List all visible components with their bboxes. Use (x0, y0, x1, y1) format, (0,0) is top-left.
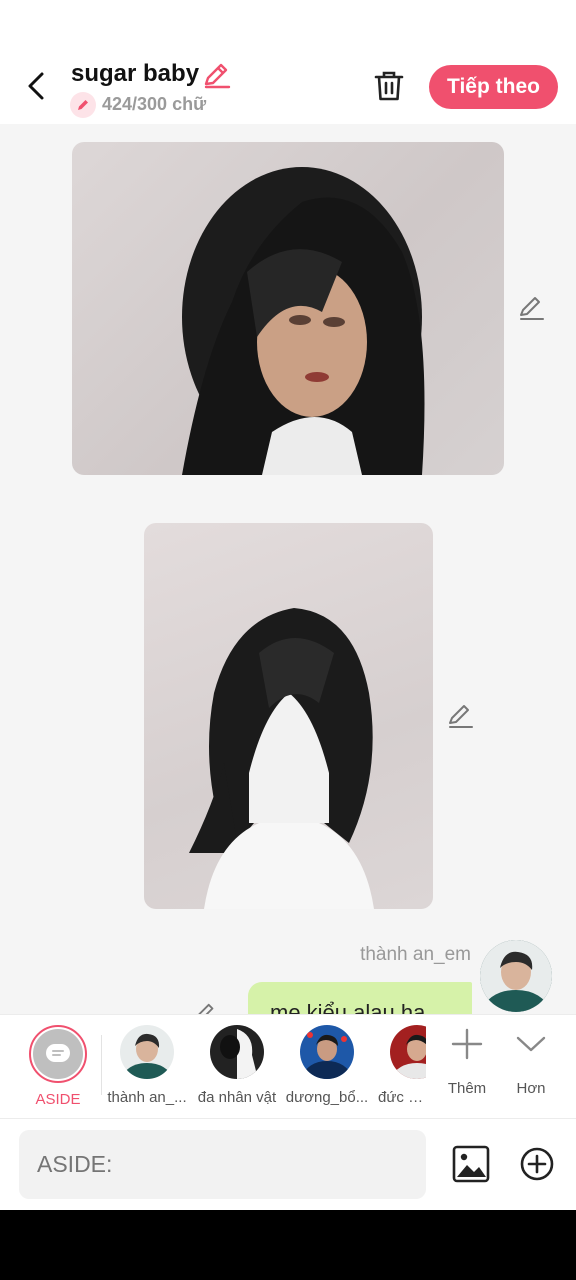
edit-image-button[interactable] (517, 295, 545, 323)
plus-icon (451, 1028, 483, 1060)
character-bar: ASIDE thành an_... đa nhân vật dương_bổ.… (0, 1014, 576, 1118)
back-arrow-icon (28, 72, 44, 100)
character-avatar (300, 1025, 354, 1079)
pencil-icon (78, 100, 88, 110)
message-author: thành an_em (360, 944, 471, 965)
next-button[interactable]: Tiếp theo (429, 65, 558, 109)
header: sugar baby 424/300 chữ Tiếp theo (0, 0, 576, 124)
pencil-icon (198, 1003, 214, 1014)
author-avatar[interactable] (480, 940, 552, 1012)
add-label: Thêm (447, 1080, 487, 1097)
edit-message-button[interactable] (192, 1002, 218, 1014)
silhouette-avatar-icon (210, 1025, 264, 1079)
character-avatar (210, 1025, 264, 1079)
mannequin-wig-photo (182, 167, 425, 475)
back-button[interactable] (20, 68, 52, 104)
character-duc[interactable]: đức d... (374, 1025, 426, 1106)
edit-title-button[interactable] (201, 62, 231, 90)
character-label: thành an_... (107, 1089, 187, 1106)
trash-icon (374, 71, 404, 101)
delete-button[interactable] (372, 68, 406, 104)
chevron-down-icon (516, 1036, 546, 1052)
word-count: 424/300 chữ (102, 94, 207, 114)
message-image[interactable] (144, 523, 433, 909)
pencil-icon (204, 63, 231, 89)
message-icon (46, 1044, 70, 1062)
system-nav-bar (0, 1210, 576, 1280)
pencil-icon (520, 297, 544, 320)
plus-circle-icon (520, 1147, 554, 1181)
word-count-icon (70, 92, 96, 118)
character-aside[interactable]: ASIDE (15, 1025, 101, 1108)
person-avatar-icon (480, 940, 552, 1012)
more-label: Hơn (516, 1080, 546, 1097)
character-avatar (390, 1025, 426, 1079)
character-avatar (120, 1025, 174, 1079)
pencil-icon (449, 705, 473, 728)
input-area (0, 1118, 576, 1210)
character-label: đa nhân vật (197, 1089, 277, 1106)
character-label: dương_bổ... (285, 1089, 369, 1106)
character-thanh-an[interactable]: thành an_... (104, 1025, 190, 1106)
message-bubble[interactable]: mẹ kiểu alau hạ (248, 982, 472, 1014)
character-duong-bo[interactable]: dương_bổ... (284, 1025, 370, 1106)
story-title: sugar baby (71, 60, 200, 87)
more-characters-button[interactable]: Hơn (496, 1027, 566, 1097)
character-label: đức d... (378, 1089, 426, 1106)
person-avatar-icon (390, 1025, 426, 1079)
add-character-button[interactable]: Thêm (432, 1027, 502, 1097)
person-avatar-icon (300, 1025, 354, 1079)
add-content-button[interactable] (516, 1143, 558, 1185)
wig-on-mannequin-photo (189, 608, 374, 909)
edit-image-button[interactable] (446, 703, 474, 731)
divider (101, 1035, 102, 1095)
message-image[interactable] (72, 142, 504, 475)
image-icon (452, 1145, 490, 1183)
message-input[interactable] (19, 1130, 426, 1199)
person-avatar-icon (120, 1025, 174, 1079)
aside-avatar (29, 1025, 87, 1083)
insert-image-button[interactable] (450, 1143, 492, 1185)
character-label: ASIDE (35, 1091, 81, 1108)
character-da-nhan-vat[interactable]: đa nhân vật (194, 1025, 280, 1106)
chat-content[interactable]: thành an_em mẹ kiểu alau hạ (0, 124, 576, 1014)
